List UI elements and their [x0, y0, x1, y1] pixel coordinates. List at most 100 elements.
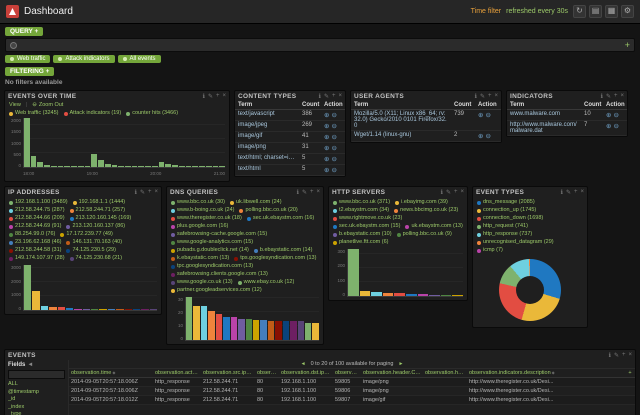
bar[interactable]: [223, 317, 230, 340]
legend-item[interactable]: www.google.co.uk (13): [171, 279, 233, 286]
info-icon[interactable]: ℹ: [561, 189, 563, 196]
events-column-header[interactable]: observation.src.tcp.port◆: [255, 369, 279, 378]
legend-item[interactable]: http_response (737): [477, 231, 532, 238]
move-icon[interactable]: +: [622, 352, 626, 359]
bar[interactable]: [99, 309, 107, 310]
exclude-icon[interactable]: ⊖: [613, 123, 618, 130]
bar[interactable]: [57, 165, 64, 167]
legend-item[interactable]: www.theregister.co.uk (18): [171, 215, 242, 222]
legend-item[interactable]: tps.googlesyndication.com (13): [234, 255, 316, 262]
bar[interactable]: [186, 297, 193, 340]
edit-icon[interactable]: ✎: [614, 352, 619, 359]
legend-item[interactable]: b.ebaystatic.com (14): [253, 247, 312, 254]
bar[interactable]: [40, 306, 49, 310]
close-icon[interactable]: ×: [620, 93, 624, 100]
exclude-icon[interactable]: ⊖: [485, 133, 490, 140]
legend-item[interactable]: 212.58.244.58 (31): [9, 247, 61, 254]
move-icon[interactable]: +: [488, 93, 492, 100]
legend-item[interactable]: http_request (741): [477, 223, 528, 230]
legend-item[interactable]: t2.ebaystm.com (34): [333, 207, 389, 214]
info-icon[interactable]: ℹ: [135, 189, 137, 196]
bar[interactable]: [215, 314, 223, 340]
legend-item[interactable]: 212.58.244.71 (257): [69, 207, 125, 214]
bar[interactable]: [91, 153, 98, 167]
bar[interactable]: [178, 165, 185, 167]
bar[interactable]: [91, 309, 99, 310]
bar[interactable]: [107, 309, 116, 310]
legend-item[interactable]: 213.120.160.137 (86): [66, 223, 125, 230]
legend-item[interactable]: unrecognised_datagram (29): [477, 239, 554, 246]
bar[interactable]: [199, 166, 205, 167]
filtering-toggle-button[interactable]: FILTERING +: [5, 67, 55, 76]
column-count[interactable]: Count: [299, 101, 321, 110]
bar[interactable]: [71, 166, 77, 167]
info-icon[interactable]: ℹ: [297, 189, 299, 196]
bar[interactable]: [132, 309, 141, 310]
edit-icon[interactable]: ✎: [324, 93, 329, 100]
close-icon[interactable]: ×: [338, 93, 342, 100]
bar[interactable]: [371, 291, 382, 296]
bar[interactable]: [193, 305, 200, 340]
gear-icon[interactable]: ⚙: [621, 5, 634, 18]
bar[interactable]: [452, 295, 463, 296]
query-pill[interactable]: Web traffic: [5, 55, 51, 63]
info-icon[interactable]: ℹ: [319, 93, 321, 100]
close-icon[interactable]: ×: [628, 352, 632, 359]
bar[interactable]: [116, 309, 124, 310]
legend-item[interactable]: icmp (7): [477, 247, 503, 254]
legend-item[interactable]: pubads.g.doubleclick.net (14): [171, 247, 249, 254]
bar[interactable]: [417, 294, 429, 296]
bar[interactable]: [82, 308, 90, 310]
bar[interactable]: [267, 321, 275, 340]
bar[interactable]: [297, 321, 304, 340]
legend-item[interactable]: www.b-boing.co.uk (24): [171, 207, 234, 214]
legend-item[interactable]: polling.bbc.co.uk (20): [239, 207, 298, 214]
legend-item[interactable]: www.bbc.co.uk (371): [333, 199, 390, 206]
zoom-in-icon[interactable]: ⊕: [478, 112, 483, 119]
bar[interactable]: [118, 165, 125, 167]
zoom-in-icon[interactable]: ⊕: [324, 134, 329, 141]
page-next-icon[interactable]: ►: [398, 361, 403, 367]
edit-icon[interactable]: ✎: [140, 189, 145, 196]
bar[interactable]: [200, 305, 208, 340]
bar[interactable]: [212, 166, 219, 167]
legend-item[interactable]: tpc.googlesyndication.com (13): [171, 263, 253, 270]
term-link[interactable]: www.malware.com: [507, 109, 581, 121]
exclude-icon[interactable]: ⊖: [331, 156, 336, 163]
bar[interactable]: [305, 322, 312, 340]
legend-item[interactable]: 149.174.107.97 (28): [9, 255, 65, 262]
bar[interactable]: [312, 322, 319, 340]
query-input[interactable]: [21, 41, 621, 49]
legend-item[interactable]: www.ebay.co.uk (12): [237, 279, 294, 286]
legend-item[interactable]: www.google-analytics.com (15): [171, 239, 253, 246]
info-icon[interactable]: ℹ: [203, 93, 205, 100]
bar[interactable]: [98, 160, 104, 167]
events-column-header[interactable]: observation.action◆: [153, 369, 201, 378]
bar[interactable]: [145, 166, 151, 167]
legend-item[interactable]: 88.254.99.0 (76): [9, 231, 55, 238]
edit-icon[interactable]: ✎: [446, 189, 451, 196]
term-link[interactable]: text/html; charset=iso-8859-1: [235, 153, 299, 165]
legend-item[interactable]: k.ebaystatic.com (13): [171, 255, 229, 262]
zoom-in-icon[interactable]: ⊕: [324, 112, 329, 119]
bar[interactable]: [348, 249, 359, 296]
event-row[interactable]: 2014-09-05T20:57:18.006Z http_response 212…: [69, 386, 635, 396]
bar[interactable]: [57, 307, 65, 310]
refresh-interval-link[interactable]: refreshed every 30s: [506, 8, 568, 15]
bar[interactable]: [394, 293, 405, 296]
legend-item[interactable]: 212.58.244.75 (287): [9, 207, 65, 214]
close-icon[interactable]: ×: [222, 93, 226, 100]
bar[interactable]: [149, 309, 157, 310]
info-icon[interactable]: ℹ: [441, 189, 443, 196]
bar[interactable]: [74, 308, 82, 310]
add-query-icon[interactable]: +: [625, 40, 630, 50]
bar[interactable]: [440, 294, 452, 296]
legend-item[interactable]: 192.168.1.100 (3489): [9, 199, 68, 206]
events-column-header[interactable]: observation.indicators.description◆: [467, 369, 625, 378]
dashboards-icon[interactable]: ▤: [589, 5, 602, 18]
legend-item[interactable]: 192.168.1.1 (1444): [72, 199, 125, 206]
bar[interactable]: [111, 165, 118, 167]
legend-item[interactable]: b.ebaystatic.com (10): [333, 231, 392, 238]
edit-icon[interactable]: ✎: [606, 93, 611, 100]
legend-item[interactable]: safebrowsing-cache.google.com (15): [171, 231, 267, 238]
